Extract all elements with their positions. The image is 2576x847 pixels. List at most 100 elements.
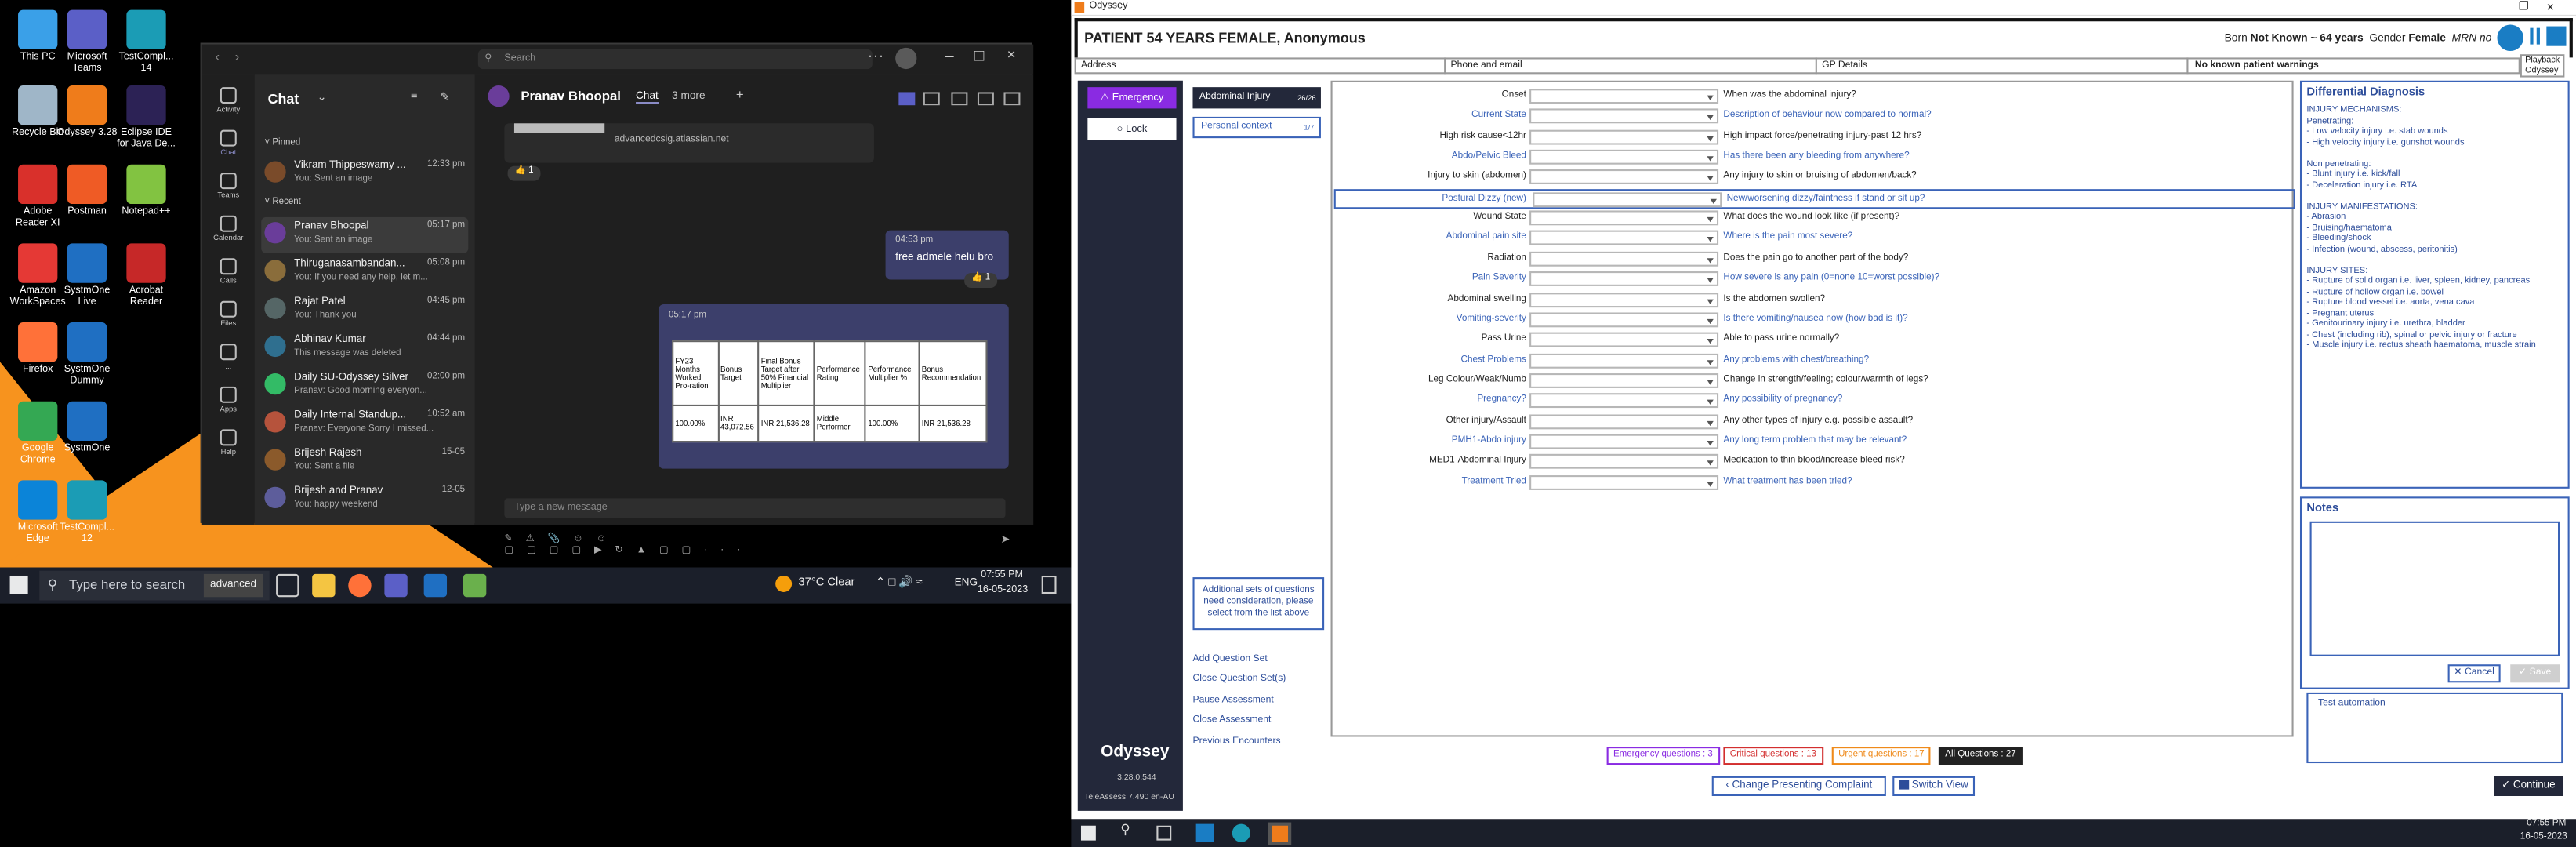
sticky-notes-icon[interactable] (463, 573, 487, 598)
question-row[interactable]: Abdominal pain site Where is the pain mos… (1333, 229, 2294, 249)
question-row[interactable]: Onset When was the abdominal injury? (1333, 87, 2294, 107)
tab-chat[interactable]: Chat (636, 90, 659, 104)
clock-time[interactable]: 07:55 PM (981, 571, 1023, 581)
share-icon[interactable] (951, 92, 968, 106)
answer-dropdown[interactable] (1529, 231, 1719, 246)
question-row[interactable]: Abdo/Pelvic Bleed Has there been any blee… (1333, 148, 2294, 168)
question-row[interactable]: Postural Dizzy (new) New/worsening dizzy/… (1333, 188, 2295, 209)
desktop-icon[interactable]: SystmOne Live (56, 243, 118, 309)
pinned-header[interactable]: ˅ Pinned (264, 138, 300, 148)
chat-list-item[interactable]: Daily Internal Standup... 10:52 am Pranav:… (261, 406, 468, 442)
reaction-badge[interactable]: 👍 1 (507, 165, 541, 181)
rail-item-calendar[interactable]: Calendar (202, 215, 255, 242)
task-view-icon[interactable] (1156, 825, 1172, 841)
phone-email-field[interactable]: Phone and email (1444, 57, 1522, 75)
link-add-question-set[interactable]: Add Question Set (1192, 655, 1267, 665)
answer-dropdown[interactable] (1529, 251, 1719, 267)
tab-abdominal-injury[interactable]: Abdominal Injury 26/26 (1192, 87, 1321, 109)
question-count-badge[interactable]: Urgent questions : 17 (1831, 747, 1932, 765)
rail-item-[interactable]: ... (202, 344, 255, 370)
new-chat-icon[interactable]: ✎ (441, 90, 450, 104)
answer-dropdown[interactable] (1529, 109, 1719, 125)
question-row[interactable]: Abdominal swelling Is the abdomen swollen… (1333, 290, 2294, 310)
answer-dropdown[interactable] (1529, 210, 1719, 226)
desktop-icon[interactable]: Microsoft Teams (56, 9, 118, 76)
answer-dropdown[interactable] (1529, 373, 1719, 388)
desktop-icon[interactable]: SystmOne (56, 401, 118, 456)
desktop-icon[interactable]: TestCompl... 12 (56, 480, 118, 546)
send-icon[interactable]: ➤ (1000, 533, 1010, 547)
windows-start-icon[interactable] (9, 575, 28, 594)
answer-dropdown[interactable] (1529, 169, 1719, 185)
answer-dropdown[interactable] (1529, 413, 1719, 429)
switch-view-button[interactable]: Switch View (1892, 776, 1976, 796)
desktop-icon[interactable]: Odyssey 3.28 (56, 85, 118, 140)
question-row[interactable]: Pain Severity How severe is any pain (0=n… (1333, 270, 2294, 289)
back-icon[interactable]: ‹ (216, 49, 220, 64)
notes-textarea[interactable] (2309, 521, 2560, 656)
rail-item-help[interactable]: Help (202, 429, 255, 456)
link-close-assessment[interactable]: Close Assessment (1192, 716, 1271, 726)
link-preview[interactable]: advancedcsig.atlassian.net (504, 123, 874, 163)
desktop-icon[interactable]: Postman (56, 164, 118, 219)
answer-dropdown[interactable] (1529, 333, 1719, 347)
tab-more[interactable]: 3 more (672, 90, 705, 102)
address-field[interactable]: Address (1081, 61, 1116, 71)
image-message[interactable]: 05:17 pm FY23 Months Worked Pro-ration Bo… (659, 304, 1009, 469)
answer-dropdown[interactable] (1529, 89, 1719, 104)
chevron-down-icon[interactable]: ⌄ (317, 90, 326, 104)
answer-dropdown[interactable] (1529, 129, 1719, 144)
test-automation-box[interactable]: Test automation (2306, 692, 2563, 764)
task-view-icon[interactable] (276, 573, 299, 598)
question-row[interactable]: Wound State What does the wound look like… (1333, 209, 2294, 229)
rail-item-calls[interactable]: Calls (202, 258, 255, 285)
odyssey-taskbar-icon[interactable] (1268, 822, 1292, 845)
playback-logo-icon[interactable] (2497, 24, 2523, 52)
filter-icon[interactable]: ≡ (411, 90, 418, 102)
question-row[interactable]: Leg Colour/Weak/Numb Change in strength/f… (1333, 372, 2294, 391)
question-row[interactable]: Pregnancy? Any possibility of pregnancy? (1333, 392, 2294, 412)
question-row[interactable]: High risk cause<12hr High impact force/pe… (1333, 128, 2294, 147)
desktop-icon[interactable]: TestCompl... 14 (115, 9, 178, 76)
clock-date[interactable]: 16-05-2023 (978, 586, 1028, 596)
answer-dropdown[interactable] (1529, 454, 1719, 470)
tray-icons[interactable]: ⌃ □ 🔊 ≈ (876, 576, 923, 589)
link-text[interactable]: advancedcsig.atlassian.net (615, 135, 729, 145)
teams-icon[interactable] (384, 573, 408, 598)
maximize-icon[interactable]: □ (974, 48, 985, 66)
video-call-icon[interactable] (898, 92, 916, 106)
teams-search-input[interactable]: ⚲ Search (477, 49, 873, 70)
windows-start-icon[interactable] (1080, 825, 1096, 841)
avatar[interactable] (895, 47, 917, 70)
question-count-badge[interactable]: All Questions : 27 (1938, 747, 2023, 765)
firefox-icon[interactable] (348, 573, 372, 598)
recent-header[interactable]: ˅ Recent (264, 198, 300, 208)
more-icon[interactable]: ··· (868, 48, 884, 66)
question-row[interactable]: MED1-Abdominal Injury Medication to thin … (1333, 453, 2294, 472)
lock-button[interactable]: ○ Lock (1087, 118, 1177, 140)
reaction-badge[interactable]: 👍 1 (964, 273, 998, 288)
answer-dropdown[interactable] (1529, 149, 1719, 165)
save-button[interactable]: ✓ Save (2510, 664, 2560, 683)
answer-dropdown[interactable] (1529, 393, 1719, 409)
advanced-logo[interactable]: advanced (203, 573, 263, 598)
chat-list-item[interactable]: Brijesh and Pranav 12-05 You: happy weeken… (261, 482, 468, 518)
clock-time[interactable]: 07:55 PM (2527, 819, 2566, 829)
question-row[interactable]: Chest Problems Any problems with chest/br… (1333, 351, 2294, 371)
desktop-icon[interactable]: Eclipse IDE for Java De... (115, 85, 178, 151)
answer-dropdown[interactable] (1529, 352, 1719, 368)
pause-icon[interactable] (2530, 27, 2540, 45)
desktop-icon[interactable]: Acrobat Reader (115, 243, 178, 309)
clock-date[interactable]: 16-05-2023 (2520, 832, 2567, 842)
chat-list-item[interactable]: Brijesh Rajesh 15-05 You: Sent a file (261, 444, 468, 480)
emergency-button[interactable]: ⚠ Emergency (1087, 87, 1177, 109)
chat-list-item[interactable]: Thiruganasambandan... 05:08 pm You: If you… (261, 255, 468, 291)
cancel-button[interactable]: ✕ Cancel (2447, 664, 2501, 683)
chat-list-item[interactable]: Daily SU-Odyssey Silver 02:00 pm Pranav: G… (261, 369, 468, 405)
testcomplete-icon[interactable] (1232, 823, 1250, 842)
search-icon[interactable]: ⚲ (1120, 823, 1130, 838)
chat-list-item[interactable]: Abhinav Kumar 04:44 pm This message was de… (261, 331, 468, 367)
desktop-icon[interactable]: Notepad++ (115, 164, 178, 219)
file-explorer-icon[interactable] (312, 573, 336, 598)
chat-list-item[interactable]: Rajat Patel 04:45 pm You: Thank you (261, 293, 468, 329)
